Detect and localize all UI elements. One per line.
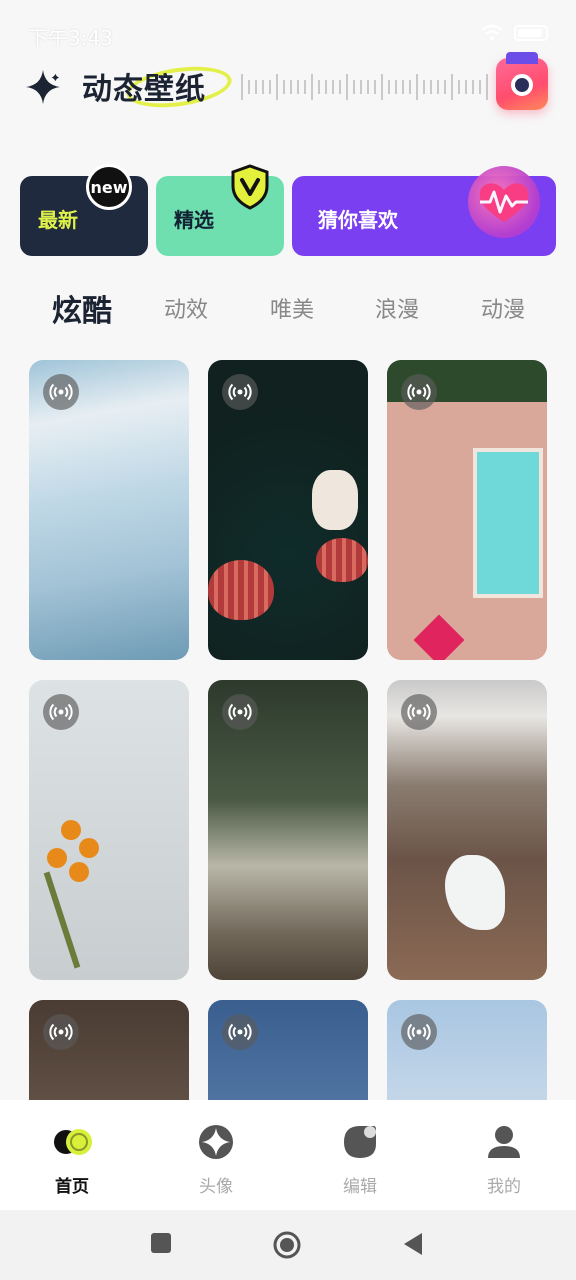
nav-home[interactable]: 首页 xyxy=(22,1122,122,1197)
pool-shape xyxy=(473,448,543,598)
ruler-decoration xyxy=(241,74,488,100)
system-nav-bar xyxy=(0,1210,576,1280)
wallpaper-tile[interactable] xyxy=(387,680,547,980)
signal-icon xyxy=(407,383,431,401)
edit-blob-icon xyxy=(344,1126,376,1158)
category-cards: 最新 new 精选 猜你喜欢 xyxy=(20,164,556,258)
new-badge: new xyxy=(86,164,132,210)
category-latest[interactable]: 最新 new xyxy=(20,164,148,256)
nav-me-label: 我的 xyxy=(487,1177,521,1197)
nav-avatar[interactable]: 头像 xyxy=(166,1122,266,1197)
back-button[interactable] xyxy=(402,1232,424,1256)
signal-icon xyxy=(49,1023,73,1041)
wallpaper-tile[interactable] xyxy=(29,360,189,660)
signal-icon xyxy=(49,703,73,721)
nav-edit[interactable]: 编辑 xyxy=(310,1122,410,1197)
flower-shape xyxy=(69,862,89,882)
tab-anime[interactable]: 动漫 xyxy=(481,292,525,324)
wallpaper-tile[interactable] xyxy=(29,1000,189,1102)
ornament-shape xyxy=(208,560,274,620)
signal-icon xyxy=(407,1023,431,1041)
status-icons xyxy=(480,24,548,42)
wallpaper-tile[interactable] xyxy=(208,680,368,980)
wallpaper-tile[interactable] xyxy=(208,360,368,660)
camera-button[interactable] xyxy=(496,52,548,110)
signal-icon xyxy=(49,383,73,401)
nav-me[interactable]: 我的 xyxy=(454,1122,554,1197)
flower-shape xyxy=(47,848,67,868)
wallpaper-grid xyxy=(0,360,576,1102)
wallpaper-tile[interactable] xyxy=(29,680,189,980)
umbrella-shape xyxy=(413,614,465,660)
page-title: 动态壁纸 xyxy=(82,72,206,107)
heart-wave-icon xyxy=(468,166,540,238)
flower-shape xyxy=(61,820,81,840)
nav-avatar-label: 头像 xyxy=(199,1177,233,1197)
category-guess[interactable]: 猜你喜欢 xyxy=(292,166,556,256)
wallpaper-tile[interactable] xyxy=(387,1000,547,1102)
category-featured-label: 精选 xyxy=(174,208,214,232)
bottom-nav: 首页 头像 编辑 我的 xyxy=(0,1100,576,1210)
nav-edit-label: 编辑 xyxy=(343,1177,377,1197)
live-wallpaper-icon xyxy=(401,694,437,730)
signal-icon xyxy=(228,703,252,721)
category-guess-label: 猜你喜欢 xyxy=(318,208,398,232)
title-wrap: 动态壁纸 xyxy=(82,60,235,114)
nav-home-label: 首页 xyxy=(55,1177,89,1197)
live-wallpaper-icon xyxy=(43,1014,79,1050)
live-wallpaper-icon xyxy=(222,1014,258,1050)
flowers-shape xyxy=(43,820,103,910)
v-shield-icon xyxy=(231,164,269,210)
live-wallpaper-icon xyxy=(401,374,437,410)
ornament-shape xyxy=(316,538,368,582)
live-wallpaper-icon xyxy=(43,694,79,730)
wifi-icon xyxy=(481,24,503,40)
recents-button[interactable] xyxy=(150,1232,172,1254)
wallpaper-tile[interactable] xyxy=(387,360,547,660)
category-tabs: 炫酷 动效 唯美 浪漫 动漫 xyxy=(0,280,576,336)
tab-beautiful[interactable]: 唯美 xyxy=(270,292,314,324)
app-header: 动态壁纸 xyxy=(0,52,576,132)
ornament-shape xyxy=(312,470,358,530)
camera-icon xyxy=(511,74,533,96)
camera-top xyxy=(506,52,538,64)
home-button[interactable] xyxy=(272,1230,302,1260)
live-wallpaper-icon xyxy=(401,1014,437,1050)
status-time: 下午3:43 xyxy=(28,26,113,50)
signal-icon xyxy=(228,383,252,401)
battery-icon xyxy=(514,25,548,41)
tab-motion[interactable]: 动效 xyxy=(164,292,208,324)
snow-shape xyxy=(445,855,505,930)
live-wallpaper-icon xyxy=(43,374,79,410)
signal-icon xyxy=(228,1023,252,1041)
category-latest-label: 最新 xyxy=(38,208,78,232)
home-toggle-icon xyxy=(54,1129,92,1155)
wallpaper-tile[interactable] xyxy=(208,1000,368,1102)
signal-icon xyxy=(407,703,431,721)
heart-wave-svg xyxy=(479,183,529,222)
sparkle-icon xyxy=(25,69,61,105)
tab-romantic[interactable]: 浪漫 xyxy=(375,292,419,324)
tab-cool[interactable]: 炫酷 xyxy=(52,286,112,330)
star-diamond-icon xyxy=(199,1125,233,1159)
user-icon xyxy=(488,1126,520,1158)
flower-shape xyxy=(79,838,99,858)
live-wallpaper-icon xyxy=(222,694,258,730)
live-wallpaper-icon xyxy=(222,374,258,410)
